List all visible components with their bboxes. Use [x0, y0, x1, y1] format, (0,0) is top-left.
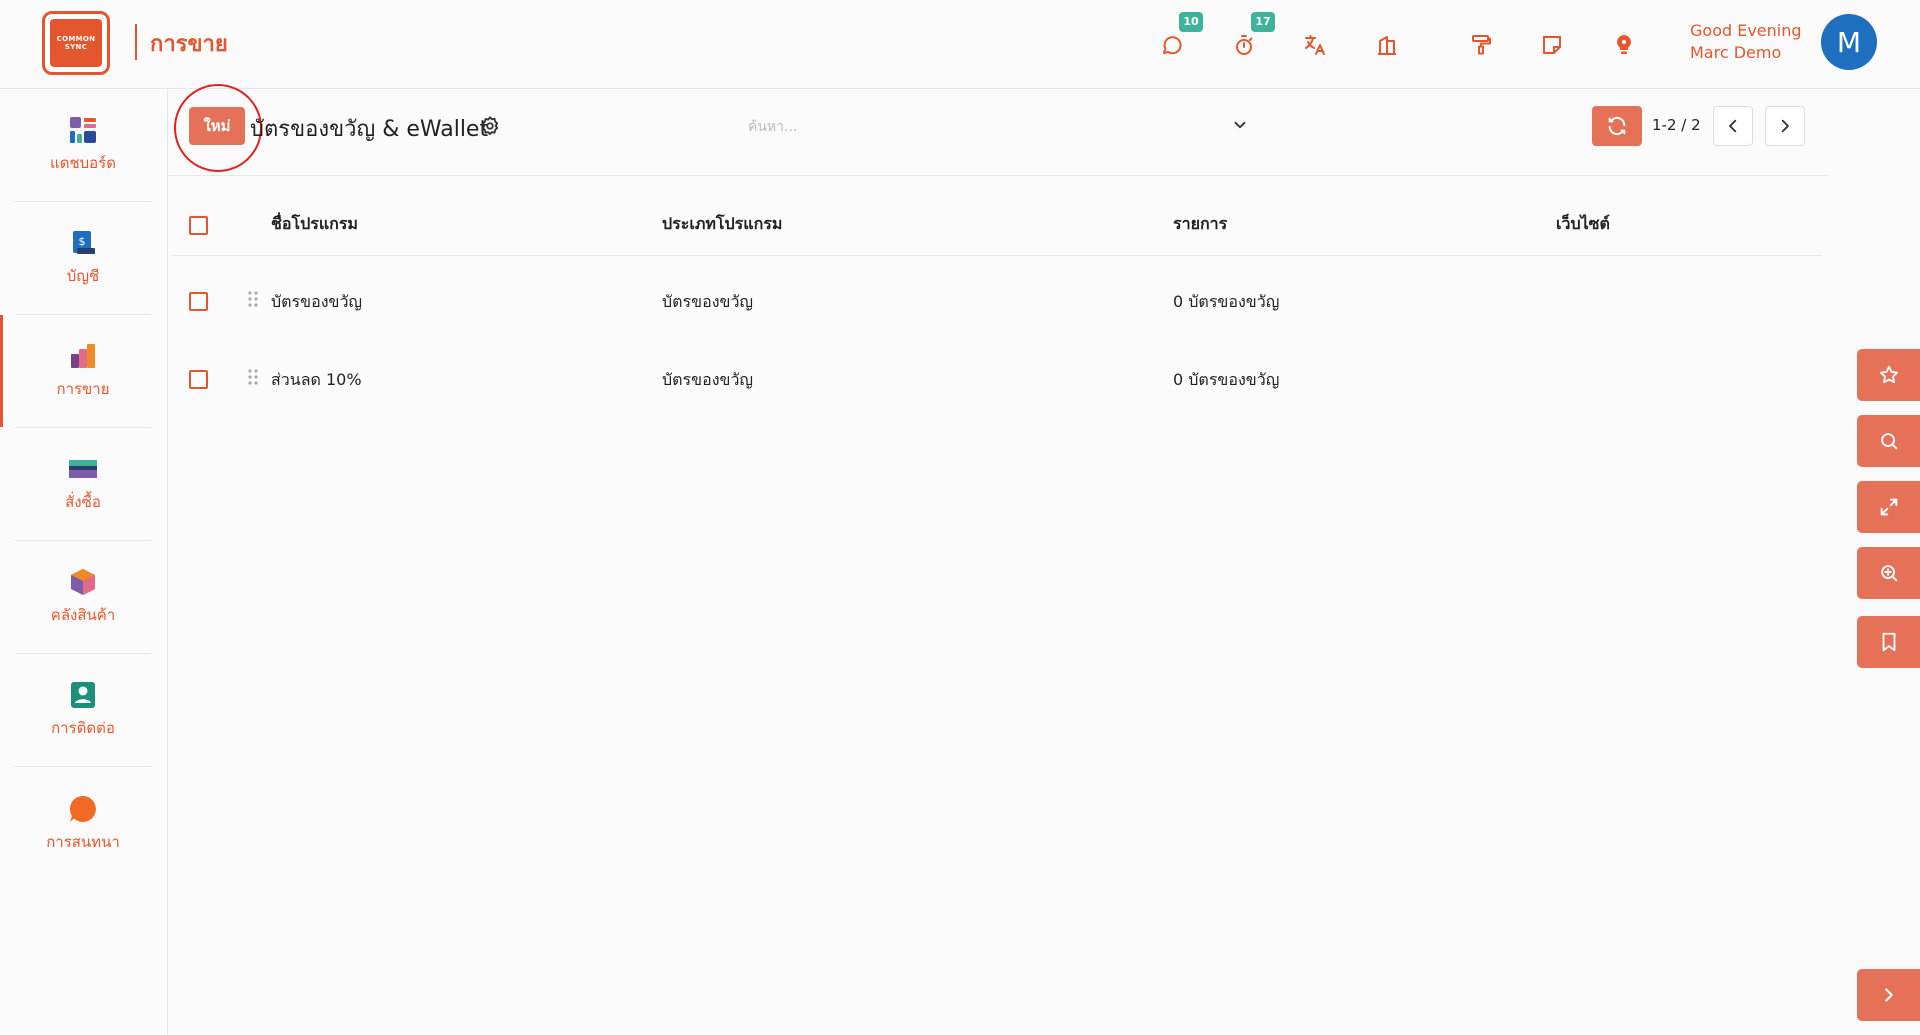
chat-button[interactable]: 10	[1155, 12, 1203, 62]
user-greeting[interactable]: Good Evening Marc Demo	[1690, 20, 1802, 64]
refresh-button[interactable]	[1592, 106, 1642, 146]
logo-divider	[135, 24, 137, 60]
star-icon	[1879, 365, 1898, 384]
bookmark-icon	[1882, 632, 1895, 652]
expand-icon	[1880, 498, 1897, 516]
sidebar-item-dashboard[interactable]: แดชบอร์ด	[15, 89, 151, 202]
page-title[interactable]: บัตรของขวัญ & eWallet	[250, 111, 488, 146]
sidebar-item-purchase[interactable]: สั่งซื้อ	[15, 428, 151, 541]
row-checkbox[interactable]	[189, 370, 208, 389]
accounting-icon: $	[73, 231, 95, 254]
chevron-right-icon	[1781, 119, 1789, 133]
lightbulb-icon	[1617, 35, 1631, 54]
sidebar-item-discuss[interactable]: การสนทนา	[15, 767, 151, 880]
cell-items: 0 บัตรของขวัญ	[1173, 370, 1280, 389]
company-icon	[1378, 36, 1396, 55]
contacts-icon	[71, 682, 95, 708]
stopwatch-icon	[1236, 35, 1253, 55]
select-all-checkbox[interactable]	[189, 216, 208, 235]
zoom-button[interactable]	[1857, 547, 1920, 599]
search-bar	[748, 109, 1251, 145]
row-checkbox[interactable]	[189, 292, 208, 311]
drag-handle-icon[interactable]	[246, 290, 260, 308]
pager-previous-button[interactable]	[1713, 106, 1753, 146]
new-button[interactable]: ใหม่	[189, 107, 245, 145]
sidebar: แดชบอร์ด $ บัญชี การขาย สั่งซื้อ คลังสิน…	[0, 89, 168, 1035]
chat-badge: 10	[1179, 12, 1203, 32]
search-button[interactable]	[1857, 415, 1920, 467]
sales-icon	[71, 344, 95, 368]
logo-text: SYNC	[64, 43, 88, 51]
cell-program-name: ส่วนลด 10%	[271, 370, 362, 389]
column-header-website[interactable]: เว็บไซต์	[1556, 212, 1610, 237]
refresh-icon	[1608, 116, 1626, 136]
sidebar-item-inventory[interactable]: คลังสินค้า	[15, 541, 151, 654]
search-input[interactable]	[748, 119, 1208, 135]
user-name: Marc Demo	[1690, 43, 1782, 62]
column-header-items[interactable]: รายการ	[1173, 212, 1227, 237]
chevron-right-icon	[1884, 988, 1893, 1002]
cell-program-type: บัตรของขวัญ	[662, 370, 754, 389]
theme-button[interactable]	[1464, 28, 1498, 62]
expand-button[interactable]	[1857, 481, 1920, 533]
logo-text: COMMON	[56, 35, 96, 43]
greeting-text: Good Evening	[1690, 21, 1802, 40]
svg-text:$: $	[79, 235, 86, 248]
chat-icon	[1163, 36, 1182, 55]
pager-value[interactable]: 1-2 / 2	[1652, 116, 1701, 134]
table-header: ชื่อโปรแกรม ประเภทโปรแกรม รายการ เว็บไซต…	[172, 176, 1822, 256]
column-header-program-name[interactable]: ชื่อโปรแกรม	[271, 212, 358, 237]
chevron-left-icon	[1729, 119, 1737, 133]
cell-program-name: บัตรของขวัญ	[271, 292, 363, 311]
drag-handle-icon[interactable]	[246, 368, 260, 386]
chevron-down-icon[interactable]	[1231, 116, 1249, 134]
activity-badge: 17	[1251, 12, 1275, 32]
translate-icon	[1305, 35, 1325, 55]
top-navbar: COMMON SYNC การขาย 10 17 Good Evening Ma…	[0, 0, 1920, 89]
cell-program-type: บัตรของขวัญ	[662, 292, 754, 311]
sidebar-item-sales[interactable]: การขาย	[0, 315, 151, 428]
avatar[interactable]: M	[1821, 14, 1877, 70]
sidebar-item-label: คลังสินค้า	[50, 606, 116, 624]
cell-items: 0 บัตรของขวัญ	[1173, 292, 1280, 311]
favorite-button[interactable]	[1857, 349, 1920, 401]
activity-button[interactable]: 17	[1227, 12, 1275, 62]
note-icon	[1543, 36, 1561, 54]
sidebar-item-label: บัญชี	[66, 267, 100, 285]
column-header-program-type[interactable]: ประเภทโปรแกรม	[662, 212, 782, 237]
sidebar-item-label: การขาย	[56, 380, 110, 398]
control-panel: ใหม่ บัตรของขวัญ & eWallet 1-2 / 2	[168, 84, 1828, 176]
sidebar-item-label: สั่งซื้อ	[65, 493, 101, 511]
sidebar-item-label: การติดต่อ	[51, 719, 115, 737]
table-row[interactable]: ส่วนลด 10% บัตรของขวัญ 0 บัตรของขวัญ	[172, 352, 1822, 448]
table-row[interactable]: บัตรของขวัญ บัตรของขวัญ 0 บัตรของขวัญ	[172, 256, 1822, 352]
app-logo[interactable]: COMMON SYNC	[42, 11, 110, 75]
discuss-icon	[69, 795, 96, 822]
company-button[interactable]	[1370, 28, 1404, 62]
inventory-icon	[71, 569, 95, 595]
gear-icon[interactable]	[479, 115, 501, 137]
paint-roller-icon	[1472, 35, 1491, 55]
zoom-in-icon	[1880, 565, 1897, 582]
sidebar-item-contacts[interactable]: การติดต่อ	[15, 654, 151, 767]
sidebar-item-label: การสนทนา	[46, 832, 120, 851]
language-button[interactable]	[1298, 28, 1332, 62]
tips-button[interactable]	[1607, 28, 1641, 62]
notes-button[interactable]	[1535, 28, 1569, 62]
pager-next-button[interactable]	[1765, 106, 1805, 146]
bookmark-button[interactable]	[1857, 616, 1920, 668]
dashboard-icon	[70, 117, 96, 143]
purchase-icon	[69, 460, 97, 478]
sidebar-item-accounting[interactable]: $ บัญชี	[15, 202, 151, 315]
app-title[interactable]: การขาย	[150, 26, 228, 61]
list-table: ชื่อโปรแกรม ประเภทโปรแกรม รายการ เว็บไซต…	[172, 176, 1822, 448]
expand-panel-button[interactable]	[1857, 969, 1920, 1021]
sidebar-item-label: แดชบอร์ด	[50, 154, 116, 172]
search-icon	[1880, 433, 1897, 450]
